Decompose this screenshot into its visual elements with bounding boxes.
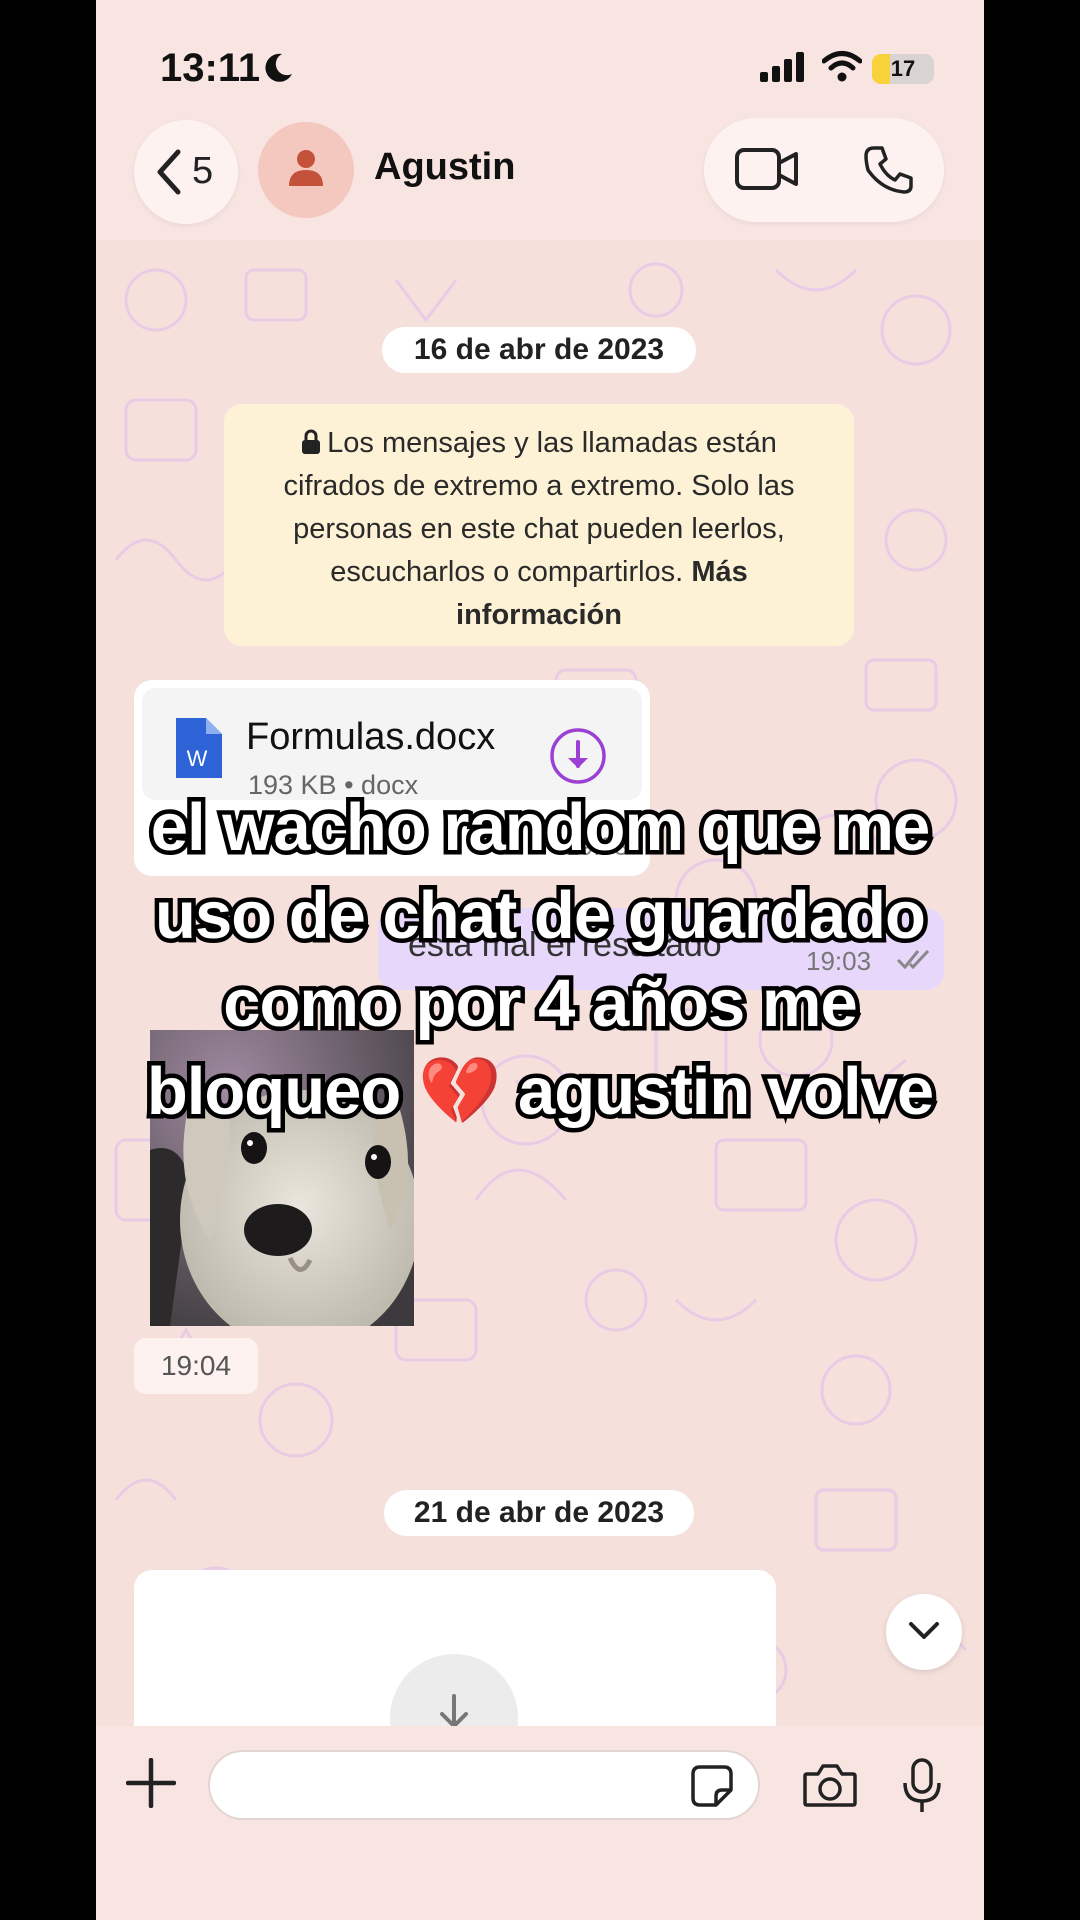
photo-time: 19:04 [134,1338,258,1394]
message-input[interactable] [208,1750,760,1820]
cellular-signal-icon [760,52,804,82]
contact-name[interactable]: Agustin [374,146,515,189]
encryption-notice[interactable]: Los mensajes y las llamadas están cifrad… [224,404,854,646]
broken-heart-emoji: 💔 [417,1054,501,1129]
plus-icon[interactable] [126,1758,176,1808]
date-separator: 21 de abr de 2023 [384,1490,694,1536]
lock-icon [302,429,321,454]
microphone-icon[interactable] [902,1758,942,1814]
media-download-button[interactable] [390,1654,518,1730]
chevron-left-icon [157,149,181,195]
compose-bar [96,1726,984,1920]
overlay-caption: el wacho random que me uso de chat de gu… [96,784,984,1136]
download-icon[interactable] [548,726,608,786]
call-actions [704,118,944,222]
caption-line: uso de chat de guardado [151,874,931,958]
moon-icon [265,53,292,82]
wifi-icon [822,51,862,82]
video-call-icon[interactable] [734,146,800,192]
word-document-icon: W [176,718,222,778]
phone-call-icon[interactable] [862,144,914,196]
contact-avatar[interactable] [258,122,354,218]
status-time: 13:11 [160,46,261,90]
battery-indicator: 17 [872,54,934,84]
sticker-icon[interactable] [690,1764,734,1808]
back-button[interactable]: 5 [134,120,238,224]
document-name: Formulas.docx [246,716,496,758]
caption-line: el wacho random que me [146,786,934,870]
caption-line: como por 4 años me [219,962,863,1046]
chevron-down-icon [909,1622,939,1639]
caption-line: bloqueo 💔 agustin volve [96,1048,984,1136]
svg-text:W: W [187,746,208,771]
download-arrow-icon [440,1694,468,1729]
caption-word: agustin volve [514,1050,939,1134]
date-separator: 16 de abr de 2023 [382,327,696,373]
phone-screen: 13:11 17 5 Agustin 16 de abr de 2023 Los… [96,0,984,1920]
camera-icon[interactable] [802,1762,858,1808]
person-icon [289,150,323,186]
status-bar: 13:11 17 [96,46,984,96]
media-message[interactable] [134,1570,776,1730]
unread-count: 5 [192,150,214,192]
battery-percent: 17 [890,56,916,81]
scroll-to-bottom-button[interactable] [886,1594,962,1670]
caption-word: bloqueo [142,1050,405,1134]
